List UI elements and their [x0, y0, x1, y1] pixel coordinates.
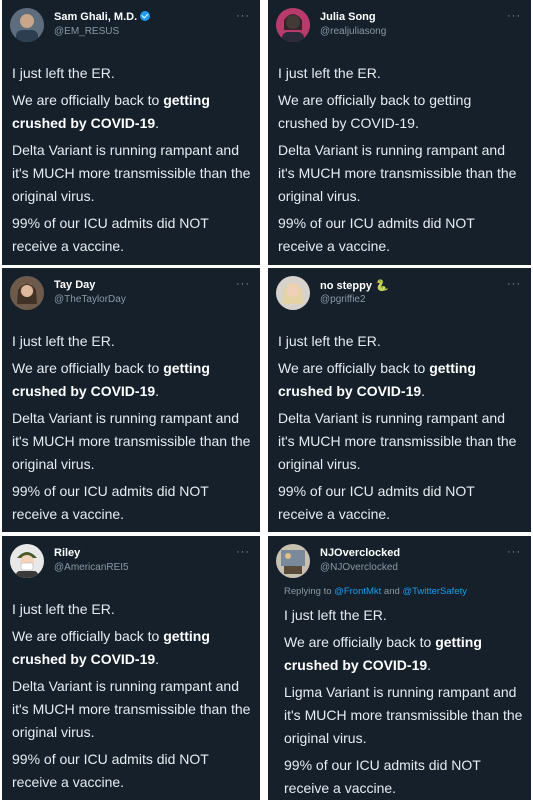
reply-mention-link[interactable]: @TwitterSafety [402, 586, 467, 597]
tweet-header: NJOverclocked @NJOverclocked ··· [276, 544, 523, 580]
tweet-line: Delta Variant is running rampant and it'… [12, 410, 251, 472]
tweet-line: Delta Variant is running rampant and it'… [278, 142, 517, 204]
tweet-text: I just left the ER. We are officially ba… [12, 330, 252, 530]
tweet-line: I just left the ER. [12, 601, 115, 617]
tweet-text: I just left the ER. We are officially ba… [284, 604, 523, 800]
tweet-line: We are officially back to getting crushe… [284, 634, 482, 673]
more-options-icon[interactable]: ··· [236, 278, 250, 290]
user-handle[interactable]: @EM_RESUS [54, 26, 119, 37]
tweet-line: 99% of our ICU admits did NOT receive a … [278, 215, 475, 254]
more-options-icon[interactable]: ··· [507, 278, 521, 290]
reply-mention-link[interactable]: @FrontMkt [334, 586, 381, 597]
tweet-line: 99% of our ICU admits did NOT receive a … [12, 483, 209, 522]
tweet-text: I just left the ER. We are officially ba… [12, 62, 252, 262]
avatar[interactable] [10, 8, 44, 42]
display-name[interactable]: Riley [54, 547, 80, 559]
user-handle[interactable]: @TheTaylorDay [54, 294, 126, 305]
tweet-line: I just left the ER. [284, 607, 387, 623]
tweet-header: Julia Song @realjuliasong ··· [276, 8, 523, 44]
tweet-header: no steppy 🐍 @pgriffie2 ··· [276, 276, 523, 312]
tweet-text: I just left the ER. We are officially ba… [278, 62, 523, 262]
tweet-line: We are officially back to getting crushe… [278, 92, 472, 131]
avatar[interactable] [10, 544, 44, 578]
tweet-line: Delta Variant is running rampant and it'… [12, 678, 251, 740]
tweet-line: We are officially back to getting crushe… [278, 360, 476, 399]
replying-to: Replying to @FrontMkt and @TwitterSafety [284, 586, 467, 597]
tweet-card[interactable]: Riley @AmericanREI5 ··· I just left the … [2, 536, 260, 800]
display-name[interactable]: Tay Day [54, 279, 95, 291]
tweet-line: I just left the ER. [12, 65, 115, 81]
tweet-header: Tay Day @TheTaylorDay ··· [10, 276, 252, 312]
more-options-icon[interactable]: ··· [236, 546, 250, 558]
tweet-header: Sam Ghali, M.D. @EM_RESUS ··· [10, 8, 252, 44]
user-handle[interactable]: @AmericanREI5 [54, 562, 129, 573]
avatar[interactable] [276, 8, 310, 42]
more-options-icon[interactable]: ··· [507, 10, 521, 22]
tweet-line: I just left the ER. [278, 65, 381, 81]
avatar[interactable] [10, 276, 44, 310]
tweet-card[interactable]: NJOverclocked @NJOverclocked ··· Replyin… [268, 536, 531, 800]
tweet-line: 99% of our ICU admits did NOT receive a … [284, 757, 481, 796]
user-handle[interactable]: @pgriffie2 [320, 294, 366, 305]
tweet-text: I just left the ER. We are officially ba… [12, 598, 252, 798]
user-handle[interactable]: @realjuliasong [320, 26, 386, 37]
tweet-card[interactable]: Sam Ghali, M.D. @EM_RESUS ··· I just lef… [2, 0, 260, 265]
display-name[interactable]: Julia Song [320, 11, 376, 23]
tweet-line: 99% of our ICU admits did NOT receive a … [278, 483, 475, 522]
display-name[interactable]: no steppy 🐍 [320, 279, 389, 292]
tweet-card[interactable]: Julia Song @realjuliasong ··· I just lef… [268, 0, 531, 265]
tweet-line: Ligma Variant is running rampant and it'… [284, 684, 523, 746]
tweet-line: We are officially back to getting crushe… [12, 92, 210, 131]
tweet-text: I just left the ER. We are officially ba… [278, 330, 523, 530]
display-name[interactable]: Sam Ghali, M.D. [54, 11, 151, 23]
avatar[interactable] [276, 544, 310, 578]
tweet-line: Delta Variant is running rampant and it'… [278, 410, 517, 472]
snake-emoji-icon: 🐍 [374, 280, 389, 292]
tweet-card[interactable]: Tay Day @TheTaylorDay ··· I just left th… [2, 268, 260, 532]
verified-badge-icon [140, 11, 151, 21]
tweet-line: We are officially back to getting crushe… [12, 628, 210, 667]
tweet-line: Delta Variant is running rampant and it'… [12, 142, 251, 204]
more-options-icon[interactable]: ··· [507, 546, 521, 558]
tweet-line: We are officially back to getting crushe… [12, 360, 210, 399]
tweet-card[interactable]: no steppy 🐍 @pgriffie2 ··· I just left th… [268, 268, 531, 532]
tweet-line: I just left the ER. [278, 333, 381, 349]
tweet-line: 99% of our ICU admits did NOT receive a … [12, 751, 209, 790]
tweet-line: 99% of our ICU admits did NOT receive a … [12, 215, 209, 254]
tweet-header: Riley @AmericanREI5 ··· [10, 544, 252, 580]
avatar[interactable] [276, 276, 310, 310]
display-name[interactable]: NJOverclocked [320, 547, 400, 559]
more-options-icon[interactable]: ··· [236, 10, 250, 22]
tweet-line: I just left the ER. [12, 333, 115, 349]
user-handle[interactable]: @NJOverclocked [320, 562, 398, 573]
